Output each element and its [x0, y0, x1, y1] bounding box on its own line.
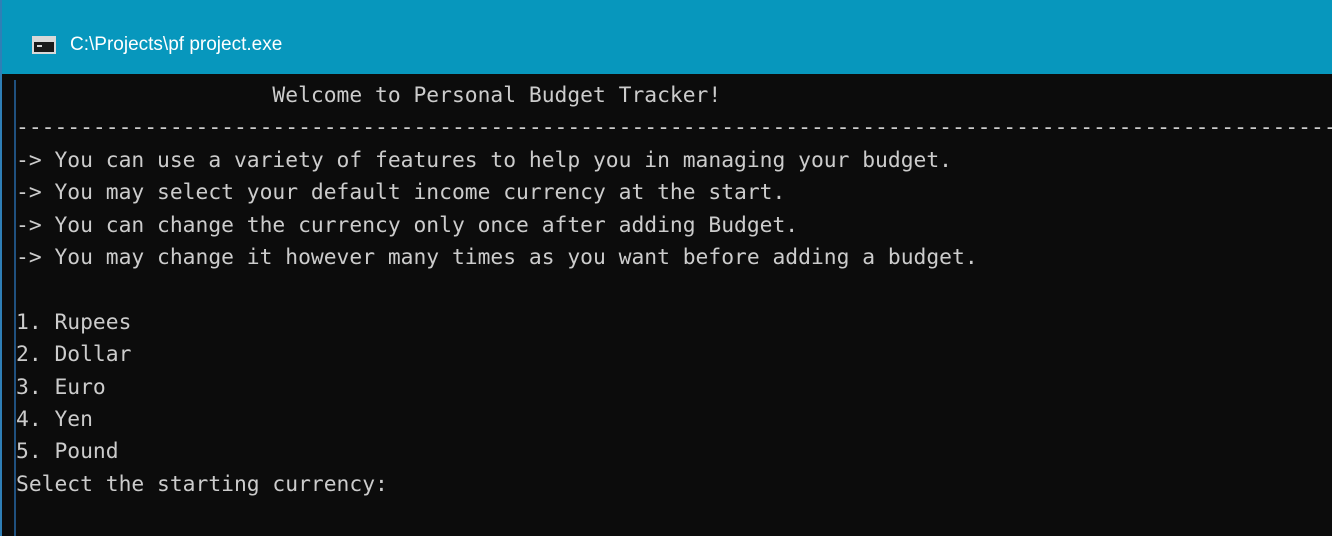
- separator-line: ----------------------------------------…: [16, 115, 1332, 141]
- info-line: -> You can change the currency only once…: [16, 212, 799, 238]
- currency-option-euro: 3. Euro: [16, 374, 106, 400]
- currency-option-dollar: 2. Dollar: [16, 342, 132, 368]
- info-line: -> You may select your default income cu…: [16, 180, 786, 206]
- console-app-icon[interactable]: [32, 36, 56, 54]
- info-line: -> You may change it however many times …: [16, 244, 978, 270]
- window-title: C:\Projects\pf project.exe: [70, 34, 283, 55]
- currency-option-rupees: 1. Rupees: [16, 309, 132, 335]
- currency-prompt[interactable]: Select the starting currency:: [16, 469, 1332, 501]
- currency-option-pound: 5. Pound: [16, 439, 119, 465]
- console-window: C:\Projects\pf project.exe Welcome to Pe…: [0, 0, 1332, 536]
- welcome-heading: Welcome to Personal Budget Tracker!: [16, 83, 722, 108]
- info-line: -> You can use a variety of features to …: [16, 147, 952, 173]
- currency-option-yen: 4. Yen: [16, 406, 93, 432]
- title-bar[interactable]: C:\Projects\pf project.exe: [2, 0, 1332, 74]
- console-output[interactable]: Welcome to Personal Budget Tracker! ----…: [16, 80, 1332, 536]
